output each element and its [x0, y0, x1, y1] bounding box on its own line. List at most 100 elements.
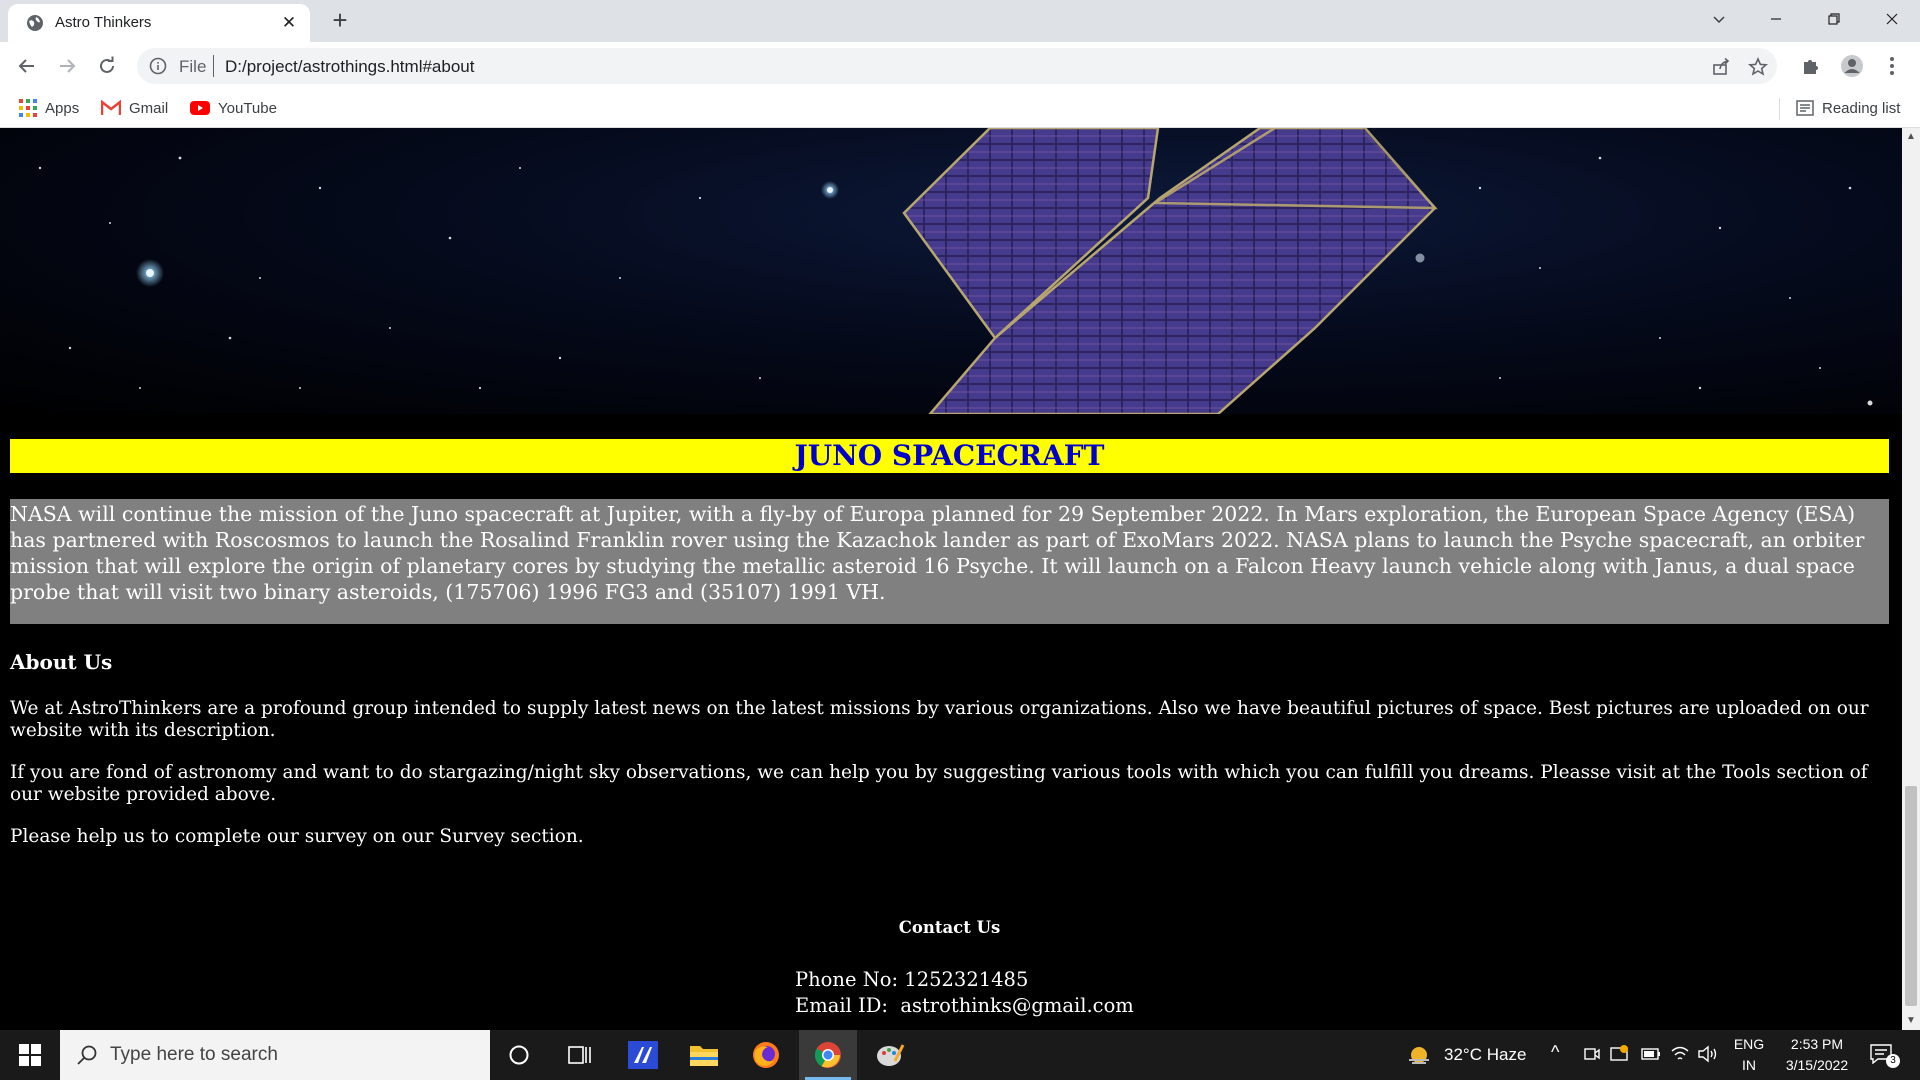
bookmark-apps[interactable]: Apps	[19, 96, 79, 120]
taskbar-firefox[interactable]	[737, 1030, 795, 1080]
about-title: About Us	[10, 650, 113, 674]
vertical-scrollbar[interactable]: ▲ ▼	[1902, 128, 1920, 1030]
close-window-button[interactable]	[1864, 0, 1920, 38]
battery-icon[interactable]	[1641, 1047, 1661, 1061]
volume-icon[interactable]	[1697, 1045, 1719, 1063]
restore-button[interactable]	[1806, 0, 1862, 38]
extensions-button[interactable]	[1797, 52, 1825, 80]
scroll-thumb[interactable]	[1905, 786, 1917, 1006]
close-icon	[1886, 13, 1898, 25]
tab-search-button[interactable]	[1691, 0, 1747, 38]
reading-list-label: Reading list	[1822, 99, 1901, 117]
kebab-menu-icon	[1890, 57, 1894, 75]
app-logo-icon	[628, 1041, 658, 1069]
minimize-icon	[1771, 18, 1781, 20]
arrow-left-icon	[18, 59, 34, 73]
chrome-icon	[814, 1042, 841, 1068]
url-text[interactable]: D:/project/astrothings.html#about	[225, 57, 474, 77]
task-view-icon	[568, 1046, 591, 1064]
section-title: JUNO SPACECRAFT	[10, 439, 1889, 473]
taskbar-paint[interactable]	[861, 1030, 919, 1080]
taskbar-app-visual-studio[interactable]	[614, 1030, 672, 1080]
url-scheme-label: File	[179, 57, 207, 76]
taskbar-chrome[interactable]	[799, 1030, 857, 1080]
search-icon	[77, 1045, 97, 1065]
reading-list-icon	[1796, 100, 1814, 116]
bookmark-gmail[interactable]: Gmail	[101, 96, 168, 120]
taskbar-search-box[interactable]: Type here to search	[60, 1030, 490, 1080]
browser-toolbar: File D:/project/astrothings.html#about	[0, 42, 1920, 90]
start-button[interactable]	[0, 1030, 60, 1080]
scroll-up-arrow-icon[interactable]: ▲	[1906, 132, 1916, 142]
hero-satellite-image	[0, 128, 1902, 414]
minimize-button[interactable]	[1748, 0, 1804, 38]
bookmarks-bar: Apps Gmail YouTube Reading list	[0, 90, 1920, 128]
bookmark-star-button[interactable]	[1747, 56, 1769, 78]
paint-palette-icon	[877, 1044, 905, 1066]
arrow-right-icon	[60, 59, 76, 73]
share-button[interactable]	[1710, 56, 1732, 78]
reload-button[interactable]	[93, 52, 121, 80]
weather-text[interactable]: 32°C Haze	[1444, 1045, 1526, 1065]
task-view-button[interactable]	[551, 1030, 609, 1080]
wifi-icon[interactable]	[1670, 1045, 1690, 1063]
globe-icon	[27, 15, 43, 31]
bookmark-label: YouTube	[218, 99, 277, 117]
info-icon[interactable]	[149, 57, 167, 75]
clock-date[interactable]: 3/15/2022	[1774, 1057, 1860, 1073]
folder-icon	[690, 1046, 718, 1066]
address-bar[interactable]: File D:/project/astrothings.html#about	[137, 48, 1777, 84]
chevron-down-icon	[1713, 16, 1725, 24]
scroll-down-arrow-icon[interactable]: ▼	[1906, 1016, 1916, 1026]
search-placeholder: Type here to search	[110, 1044, 278, 1065]
page-viewport[interactable]: JUNO SPACECRAFT NASA will continue the m…	[0, 128, 1902, 1030]
gmail-icon	[101, 100, 121, 115]
taskbar-file-explorer[interactable]	[675, 1030, 733, 1080]
meet-now-icon[interactable]	[1583, 1045, 1601, 1063]
profile-button[interactable]	[1838, 52, 1866, 80]
cortana-circle-icon	[509, 1045, 529, 1065]
language-region[interactable]: IN	[1732, 1057, 1766, 1073]
notification-center-button[interactable]: 3	[1866, 1040, 1902, 1070]
new-tab-button[interactable]: +	[326, 6, 354, 34]
about-paragraph: If you are fond of astronomy and want to…	[10, 762, 1868, 805]
contact-phone: Phone No: 1252321485	[795, 968, 1029, 991]
bookmarks-divider	[1779, 98, 1780, 120]
firefox-icon	[753, 1042, 779, 1068]
star-icon	[1748, 57, 1768, 76]
bookmark-youtube[interactable]: YouTube	[190, 96, 277, 120]
notification-count-badge: 3	[1886, 1054, 1900, 1068]
weather-haze-icon[interactable]	[1406, 1044, 1432, 1066]
chevron-up-icon[interactable]: ^	[1551, 1042, 1559, 1063]
about-paragraph: Please help us to complete our survey on…	[10, 826, 584, 847]
language-code[interactable]: ENG	[1732, 1036, 1766, 1052]
avatar-icon	[1841, 55, 1863, 77]
taskbar: Type here to search 32°C Haze ^ ENG IN 2…	[0, 1030, 1920, 1080]
reload-icon	[100, 56, 114, 73]
reading-list-button[interactable]: Reading list	[1796, 96, 1900, 120]
windows-logo-icon	[19, 1044, 41, 1066]
url-separator	[213, 55, 214, 77]
about-paragraph: We at AstroThinkers are a profound group…	[10, 698, 1869, 741]
youtube-icon	[190, 101, 210, 115]
puzzle-icon	[1804, 60, 1818, 74]
cortana-button[interactable]	[490, 1030, 548, 1080]
security-warning-icon[interactable]	[1609, 1044, 1629, 1064]
bookmark-label: Gmail	[129, 99, 169, 117]
clock-time[interactable]: 2:53 PM	[1774, 1036, 1860, 1052]
menu-button[interactable]	[1878, 52, 1906, 80]
tab-strip: Astro Thinkers ✕ +	[0, 0, 1920, 42]
browser-tab[interactable]: Astro Thinkers ✕	[8, 4, 310, 42]
contact-title: Contact Us	[898, 918, 1001, 937]
forward-button[interactable]	[53, 52, 81, 80]
contact-email: Email ID: astrothinks@gmail.com	[795, 994, 1134, 1017]
bookmark-label: Apps	[45, 99, 80, 117]
tab-title: Astro Thinkers	[55, 14, 152, 31]
close-tab-icon[interactable]: ✕	[278, 12, 300, 34]
back-button[interactable]	[13, 52, 41, 80]
apps-grid-icon	[19, 99, 37, 117]
restore-icon	[1828, 13, 1840, 25]
mission-paragraph: NASA will continue the mission of the Ju…	[10, 499, 1889, 624]
share-icon	[1713, 57, 1730, 75]
satellite-illustration	[38, 128, 1873, 414]
